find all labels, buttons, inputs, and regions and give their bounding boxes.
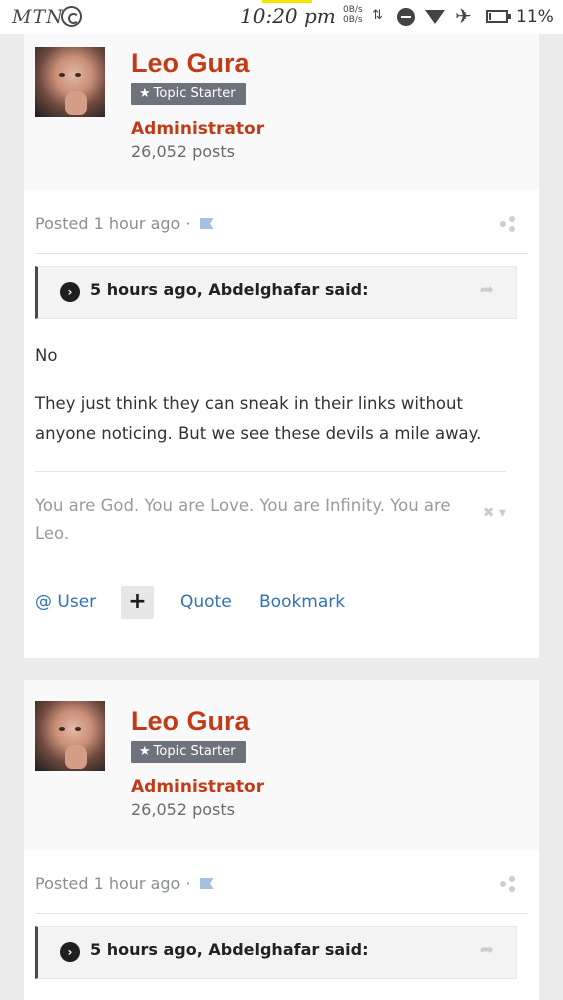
badge-label: Topic Starter bbox=[153, 744, 236, 759]
forum-post: Leo Gura ★ Topic Starter Administrator 26… bbox=[24, 680, 539, 1000]
author-name[interactable]: Leo Gura bbox=[131, 46, 264, 80]
author-name[interactable]: Leo Gura bbox=[131, 704, 264, 738]
avatar[interactable] bbox=[35, 47, 105, 117]
author-role: Administrator bbox=[131, 777, 265, 797]
post-timestamp: Posted 1 hour ago · bbox=[35, 874, 214, 893]
post-meta: Posted 1 hour ago · bbox=[35, 190, 528, 254]
author-panel: Leo Gura ★ Topic Starter Administrator 26… bbox=[24, 680, 539, 850]
badge-label: Topic Starter bbox=[153, 86, 236, 101]
quote-share-icon[interactable]: ➦ bbox=[480, 280, 494, 300]
posted-label[interactable]: Posted 1 hour ago · bbox=[35, 874, 190, 893]
battery-icon bbox=[486, 10, 511, 23]
author-panel: Leo Gura ★ Topic Starter Administrator 26… bbox=[24, 34, 539, 190]
signature-text: You are God. You are Love. You are Infin… bbox=[35, 496, 451, 543]
speed-up: 0B/s bbox=[343, 5, 363, 15]
post-paragraph: They just think they can sneak in their … bbox=[35, 394, 482, 443]
chevron-right-icon[interactable]: › bbox=[60, 942, 80, 962]
flag-icon[interactable] bbox=[199, 878, 214, 889]
post-actions: @ User + Quote Bookmark bbox=[35, 586, 528, 620]
multiquote-plus-button[interactable]: + bbox=[121, 586, 154, 619]
battery-percent: 11% bbox=[516, 7, 554, 27]
post-content: No They just think they can sneak in the… bbox=[35, 341, 528, 449]
battery-level bbox=[489, 13, 491, 20]
quote-citation: 5 hours ago, Abdelghafar said: bbox=[90, 940, 369, 959]
close-icon[interactable]: ✖ bbox=[483, 505, 495, 521]
airplane-icon: ✈ bbox=[455, 4, 472, 28]
carrier-name: MTN bbox=[12, 6, 64, 28]
topic-starter-badge: ★ Topic Starter bbox=[131, 83, 246, 105]
author-post-count: 26,052 posts bbox=[131, 142, 235, 161]
flag-icon[interactable] bbox=[199, 218, 214, 229]
star-icon: ★ bbox=[139, 744, 151, 759]
avatar[interactable] bbox=[35, 701, 105, 771]
data-arrows-icon: ⇅ bbox=[372, 8, 383, 23]
post-timestamp: Posted 1 hour ago · bbox=[35, 214, 214, 233]
quote-button[interactable]: Quote bbox=[180, 592, 232, 612]
speed-down: 0B/s bbox=[343, 15, 363, 25]
forum-post: Leo Gura ★ Topic Starter Administrator 26… bbox=[24, 34, 539, 658]
chevron-down-icon[interactable]: ▾ bbox=[499, 505, 506, 521]
mention-user-button[interactable]: @ User bbox=[35, 592, 96, 612]
quote-block: › 5 hours ago, Abdelghafar said: ➦ bbox=[35, 266, 517, 319]
post-meta: Posted 1 hour ago · bbox=[35, 850, 528, 914]
author-post-count: 26,052 posts bbox=[131, 800, 235, 819]
call-indicator-bar bbox=[262, 0, 312, 3]
posted-label[interactable]: Posted 1 hour ago · bbox=[35, 214, 190, 233]
bookmark-button[interactable]: Bookmark bbox=[259, 592, 345, 612]
quote-block: › 5 hours ago, Abdelghafar said: ➦ bbox=[35, 926, 517, 979]
network-speed: 0B/s 0B/s bbox=[343, 5, 363, 25]
quote-share-icon[interactable]: ➦ bbox=[480, 940, 494, 960]
post-paragraph: No bbox=[35, 346, 58, 365]
quote-citation: 5 hours ago, Abdelghafar said: bbox=[90, 280, 369, 299]
chevron-right-icon[interactable]: › bbox=[60, 282, 80, 302]
signature-controls[interactable]: ✖ ▾ bbox=[483, 499, 506, 527]
author-info: Leo Gura ★ Topic Starter Administrator 26… bbox=[131, 704, 264, 822]
share-icon[interactable] bbox=[500, 216, 516, 232]
wifi-icon bbox=[425, 10, 445, 24]
do-not-disturb-icon bbox=[397, 8, 415, 26]
share-icon[interactable] bbox=[500, 876, 516, 892]
status-bar: MTN 10:20 pm 0B/s 0B/s ⇅ ✈ 11% bbox=[0, 0, 563, 34]
topic-starter-badge: ★ Topic Starter bbox=[131, 741, 246, 763]
author-info: Leo Gura ★ Topic Starter Administrator 26… bbox=[131, 46, 264, 164]
whatsapp-icon bbox=[61, 6, 82, 27]
clock: 10:20 pm bbox=[240, 4, 336, 28]
star-icon: ★ bbox=[139, 86, 151, 101]
author-role: Administrator bbox=[131, 119, 265, 139]
signature: You are God. You are Love. You are Infin… bbox=[35, 471, 506, 548]
